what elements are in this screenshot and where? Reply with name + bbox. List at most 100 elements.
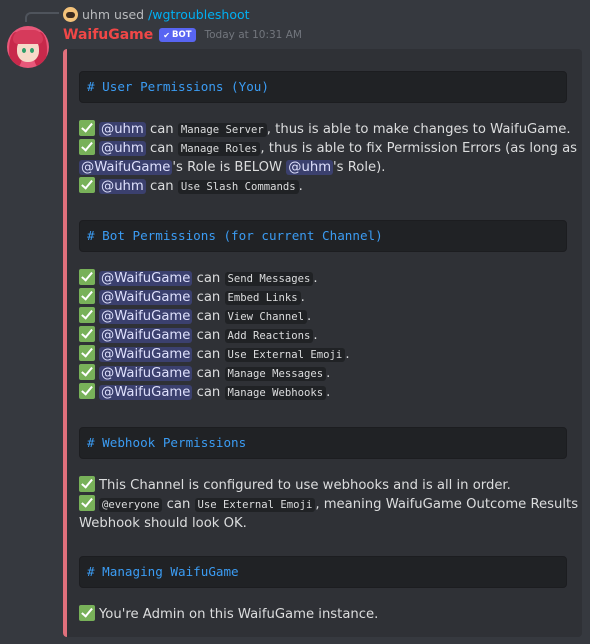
can-text: can	[149, 141, 174, 156]
check-mark-icon	[79, 476, 95, 492]
check-mark-icon	[79, 288, 95, 304]
can-text: can	[196, 309, 221, 324]
bot-mention[interactable]: @WaifuGame	[99, 385, 193, 400]
bot-perm-line: @WaifuGame can Send Messages.	[79, 269, 318, 288]
check-mark-icon	[79, 383, 95, 399]
bot-perm-line: @WaifuGame can Manage Webhooks.	[79, 383, 330, 402]
bot-perm-line: @WaifuGame can Add Reactions.	[79, 326, 318, 345]
line-rest: , thus is able to make changes to WaifuG…	[266, 122, 571, 137]
permission-code: Send Messages	[224, 272, 314, 286]
can-text: can	[149, 122, 174, 137]
user-mention[interactable]: @uhm	[286, 160, 334, 175]
line-mid: 's Role is BELOW	[172, 160, 283, 175]
check-mark-icon	[79, 177, 95, 193]
header-user-permissions-text: # User Permissions (You)	[87, 79, 269, 94]
webhook-status-text: This Channel is configured to use webhoo…	[99, 478, 511, 493]
header-bot-permissions-text: # Bot Permissions (for current Channel)	[87, 228, 383, 243]
bot-mention[interactable]: @WaifuGame	[99, 328, 193, 343]
reply-context[interactable]: uhm used /wgtroubleshoot	[25, 6, 250, 22]
webhook-line-continued: Webhook should look OK.	[79, 514, 247, 533]
bot-perm-line: @WaifuGame can Embed Links.	[79, 288, 305, 307]
permission-code: Manage Server	[177, 123, 267, 137]
reply-username[interactable]: uhm	[82, 7, 110, 22]
bot-avatar[interactable]	[7, 26, 49, 68]
can-text: can	[196, 366, 221, 381]
permission-code: Manage Webhooks	[224, 386, 327, 400]
check-mark-icon	[79, 495, 95, 511]
bot-mention[interactable]: @WaifuGame	[99, 366, 193, 381]
reply-user-avatar[interactable]	[63, 6, 78, 22]
permission-code: Manage Messages	[224, 367, 327, 381]
bot-mention[interactable]: @WaifuGame	[99, 290, 193, 305]
bot-perm-line: @WaifuGame can View Channel.	[79, 307, 311, 326]
line-rest: 's Role).	[333, 160, 386, 175]
line-end: .	[313, 328, 318, 343]
bot-tag-label: BOT	[171, 30, 192, 40]
admin-status-text: You're Admin on this WaifuGame instance.	[99, 607, 379, 622]
managing-line: You're Admin on this WaifuGame instance.	[79, 605, 378, 624]
user-mention[interactable]: @uhm	[99, 141, 146, 156]
check-mark-icon	[79, 139, 95, 155]
check-mark-icon	[79, 120, 95, 136]
can-text: can	[196, 271, 221, 286]
can-text: can	[149, 179, 174, 194]
webhook-line: @everyone can Use External Emoji, meanin…	[79, 495, 582, 514]
bot-mention[interactable]: @WaifuGame	[99, 347, 193, 362]
user-mention[interactable]: @uhm	[99, 122, 146, 137]
user-perm-line: @uhm can Use Slash Commands.	[79, 177, 303, 196]
reply-command[interactable]: /wgtroubleshoot	[148, 7, 249, 22]
line-rest: , meaning WaifuGame Outcome Results via	[315, 497, 582, 512]
can-text: can	[196, 385, 221, 400]
bot-mention[interactable]: @WaifuGame	[79, 160, 173, 175]
header-managing-text: # Managing WaifuGame	[87, 564, 239, 579]
header-webhook-permissions: # Webhook Permissions	[79, 427, 567, 459]
line-end: .	[345, 347, 350, 362]
user-mention[interactable]: @uhm	[99, 179, 146, 194]
message-header: WaifuGame ✔ BOT Today at 10:31 AM	[63, 27, 302, 43]
check-mark-icon	[79, 364, 95, 380]
line-end: .	[326, 366, 331, 381]
line-end: .	[307, 309, 312, 324]
check-mark-icon	[79, 605, 95, 621]
reply-connector	[25, 12, 59, 22]
permission-code: Add Reactions	[224, 329, 314, 343]
everyone-code: @everyone	[99, 498, 163, 512]
bot-perm-line: @WaifuGame can Use External Emoji.	[79, 345, 350, 364]
user-perm-line: @uhm can Manage Roles, thus is able to f…	[79, 139, 577, 158]
permission-code: Use External Emoji	[224, 348, 346, 362]
can-text: can	[196, 347, 221, 362]
permission-code: Use Slash Commands	[177, 180, 299, 194]
embed: # User Permissions (You) @uhm can Manage…	[63, 49, 582, 637]
permission-code: Use External Emoji	[194, 498, 316, 512]
permission-code: Manage Roles	[177, 142, 261, 156]
bot-username[interactable]: WaifuGame	[63, 27, 153, 43]
header-bot-permissions: # Bot Permissions (for current Channel)	[79, 220, 567, 252]
webhook-ok-text: Webhook should look OK.	[79, 516, 247, 531]
line-end: .	[313, 271, 318, 286]
message-timestamp[interactable]: Today at 10:31 AM	[205, 29, 302, 41]
user-perm-line: @uhm can Manage Server, thus is able to …	[79, 120, 571, 139]
line-end: .	[326, 385, 331, 400]
check-mark-icon	[79, 269, 95, 285]
user-perm-line-continued: @WaifuGame's Role is BELOW @uhm's Role).	[79, 158, 386, 177]
permission-code: Embed Links	[224, 291, 301, 305]
header-user-permissions: # User Permissions (You)	[79, 71, 567, 103]
header-managing: # Managing WaifuGame	[79, 556, 567, 588]
reply-used-text: used	[114, 6, 145, 22]
can-text: can	[196, 290, 221, 305]
line-rest: .	[298, 179, 303, 194]
bot-mention[interactable]: @WaifuGame	[99, 309, 193, 324]
line-rest: , thus is able to fix Permission Errors …	[260, 141, 578, 156]
can-text: can	[196, 328, 221, 343]
can-text: can	[166, 497, 191, 512]
check-icon: ✔	[163, 30, 170, 40]
permission-code: View Channel	[224, 310, 308, 324]
bot-perm-line: @WaifuGame can Manage Messages.	[79, 364, 330, 383]
embed-accent-bar	[63, 49, 67, 637]
header-webhook-permissions-text: # Webhook Permissions	[87, 435, 247, 450]
check-mark-icon	[79, 345, 95, 361]
check-mark-icon	[79, 307, 95, 323]
bot-mention[interactable]: @WaifuGame	[99, 271, 193, 286]
bot-tag: ✔ BOT	[159, 28, 196, 42]
line-end: .	[300, 290, 305, 305]
